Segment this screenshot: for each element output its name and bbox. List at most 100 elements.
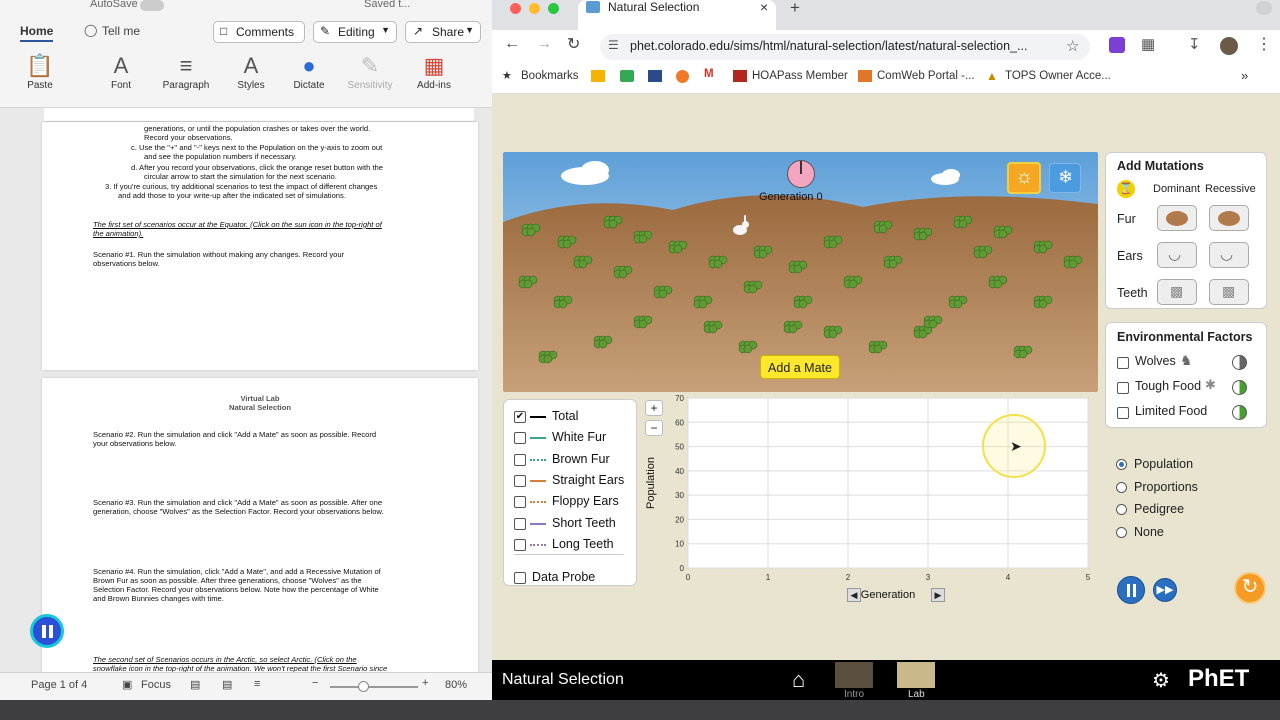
radio-button[interactable] [1116,459,1127,470]
checkbox[interactable] [514,453,526,466]
puzzle-icon[interactable]: ▦ [1141,35,1155,53]
cloud-icon[interactable] [620,70,634,82]
radio-button[interactable] [1116,526,1127,538]
ears-dominant-button[interactable]: ◡ [1157,242,1197,268]
legend-brown-fur-checkbox[interactable]: Brown Fur [514,450,634,471]
zoom-slider[interactable] [330,686,418,688]
maximize-window-icon[interactable] [548,3,559,14]
view-pedigree-radio[interactable]: Pedigree [1116,502,1256,522]
zoom-in-icon[interactable]: + [422,677,428,689]
legend-floppy-ears-checkbox[interactable]: Floppy Ears [514,492,634,513]
new-tab-icon[interactable]: + [790,0,800,18]
teeth-recessive-button[interactable]: ▩ [1209,279,1249,305]
bookmark-comweb[interactable]: ComWeb Portal -... [877,70,975,82]
document-area[interactable]: generations, or until the population cra… [0,108,492,672]
fur-dominant-button[interactable] [1157,205,1197,231]
chrome-icon[interactable] [676,70,689,83]
gear-icon[interactable]: ⚙ [1152,668,1170,693]
lab-screen-label[interactable]: Lab [908,689,925,700]
checkbox[interactable] [514,432,526,445]
legend-straight-ears-checkbox[interactable]: Straight Ears [514,471,634,492]
legend-short-teeth-checkbox[interactable]: Short Teeth [514,514,634,535]
pause-recording-icon[interactable] [30,614,64,648]
outline-icon[interactable]: ≡ [254,678,260,690]
arctic-snowflake-button[interactable]: ❄ [1049,163,1081,193]
sensitivity-button[interactable]: ✎ Sensitivity [340,52,400,91]
paste-button[interactable]: 📋 Paste [10,52,70,91]
more-bookmarks-icon[interactable]: » [1241,68,1248,83]
bookmarks-label[interactable]: Bookmarks [521,70,579,82]
address-bar[interactable]: ☰ phet.colorado.edu/sims/html/natural-se… [600,34,1090,60]
editing-button[interactable]: ✎ Editing ▼ [313,21,397,43]
home-icon[interactable]: ⌂ [792,667,805,693]
bookmark-hoapass[interactable]: HOAPass Member [752,70,848,82]
close-window-icon[interactable] [510,3,521,14]
tab-search-icon[interactable] [1256,1,1272,15]
tab-natural-selection[interactable]: Natural Selection × [578,0,776,30]
site-settings-icon[interactable]: ☰ [608,38,619,52]
bookmark-tops[interactable]: TOPS Owner Acce... [1005,70,1111,82]
download-icon[interactable]: ↧ [1188,35,1201,53]
add-ins-button[interactable]: ▦ Add-ins [404,52,464,91]
view-population-radio[interactable]: Population [1116,457,1256,477]
fur-recessive-button[interactable] [1209,205,1249,231]
data-probe-checkbox[interactable]: Data Probe [514,568,634,589]
checkbox[interactable] [514,517,526,530]
zoom-slider-handle[interactable] [358,681,369,692]
tell-me[interactable]: Tell me [102,24,140,38]
legend-long-teeth-checkbox[interactable]: Long Teeth [514,535,634,556]
checkbox[interactable] [1117,382,1129,394]
equator-sun-button[interactable]: ☼ [1007,162,1041,194]
minimize-window-icon[interactable] [529,3,540,14]
tab-home[interactable]: Home [20,24,54,42]
intro-screen-icon[interactable] [835,662,873,688]
checkbox[interactable] [514,496,526,509]
checkbox[interactable] [1117,357,1129,369]
bookmark-star-icon[interactable]: ☆ [1066,37,1079,55]
lab-screen-icon[interactable] [897,662,935,688]
view-none-radio[interactable]: None [1116,525,1256,545]
legend-white-fur-checkbox[interactable]: White Fur [514,428,634,449]
scroll-right-icon[interactable]: ▶ [931,588,945,602]
reload-icon[interactable]: ↻ [567,34,580,54]
radio-button[interactable] [1116,504,1127,515]
share-button[interactable]: ↗ Share ▼ [405,21,481,43]
scroll-left-icon[interactable]: ◀ [847,588,861,602]
avatar[interactable] [1220,37,1238,55]
extension-icon[interactable] [1109,37,1125,53]
checkbox[interactable] [514,538,526,551]
wolves-checkbox[interactable]: Wolves ♞ [1117,352,1262,373]
reset-button[interactable]: ↻ [1234,572,1266,604]
font-button[interactable]: A Font [91,52,151,91]
menu-icon[interactable]: ⋮ [1256,34,1272,54]
paragraph-button[interactable]: ≡ Paragraph [156,52,216,91]
step-forward-button[interactable]: ▶▶ [1153,578,1177,602]
url-text[interactable]: phet.colorado.edu/sims/html/natural-sele… [630,39,1027,53]
ears-recessive-button[interactable]: ◡ [1209,242,1249,268]
zoom-out-icon[interactable]: − [312,677,318,689]
checkbox[interactable]: ✔ [514,411,526,423]
drive-icon[interactable] [591,70,605,82]
add-a-mate-button[interactable]: Add a Mate [760,355,840,379]
checkbox[interactable] [1117,407,1129,419]
limited-food-checkbox[interactable]: Limited Food [1117,403,1262,423]
legend-total-checkbox[interactable]: ✔ Total [514,407,634,428]
intro-screen-label[interactable]: Intro [844,689,864,700]
checkbox[interactable] [514,474,526,487]
tough-food-checkbox[interactable]: Tough Food ✱ [1117,377,1262,398]
phet-logo[interactable]: PhET [1188,665,1249,693]
checkbox[interactable] [514,572,526,584]
focus-button[interactable]: Focus [141,679,171,691]
dictate-button[interactable]: ● Dictate [279,52,339,91]
back-icon[interactable]: ← [504,35,520,53]
comments-button[interactable]: □ Comments [213,21,305,43]
environment-scene[interactable]: Generation 0 ☼ ❄ Add a Mate [503,152,1098,392]
print-layout-icon[interactable]: ▤ [190,678,200,691]
autosave-toggle[interactable] [140,0,164,11]
radio-button[interactable] [1116,481,1127,493]
styles-button[interactable]: A Styles [221,52,281,91]
site-icon[interactable] [648,70,662,82]
gmail-icon[interactable]: M [704,68,714,80]
forward-icon[interactable]: → [536,35,552,53]
close-tab-icon[interactable]: × [760,0,768,15]
